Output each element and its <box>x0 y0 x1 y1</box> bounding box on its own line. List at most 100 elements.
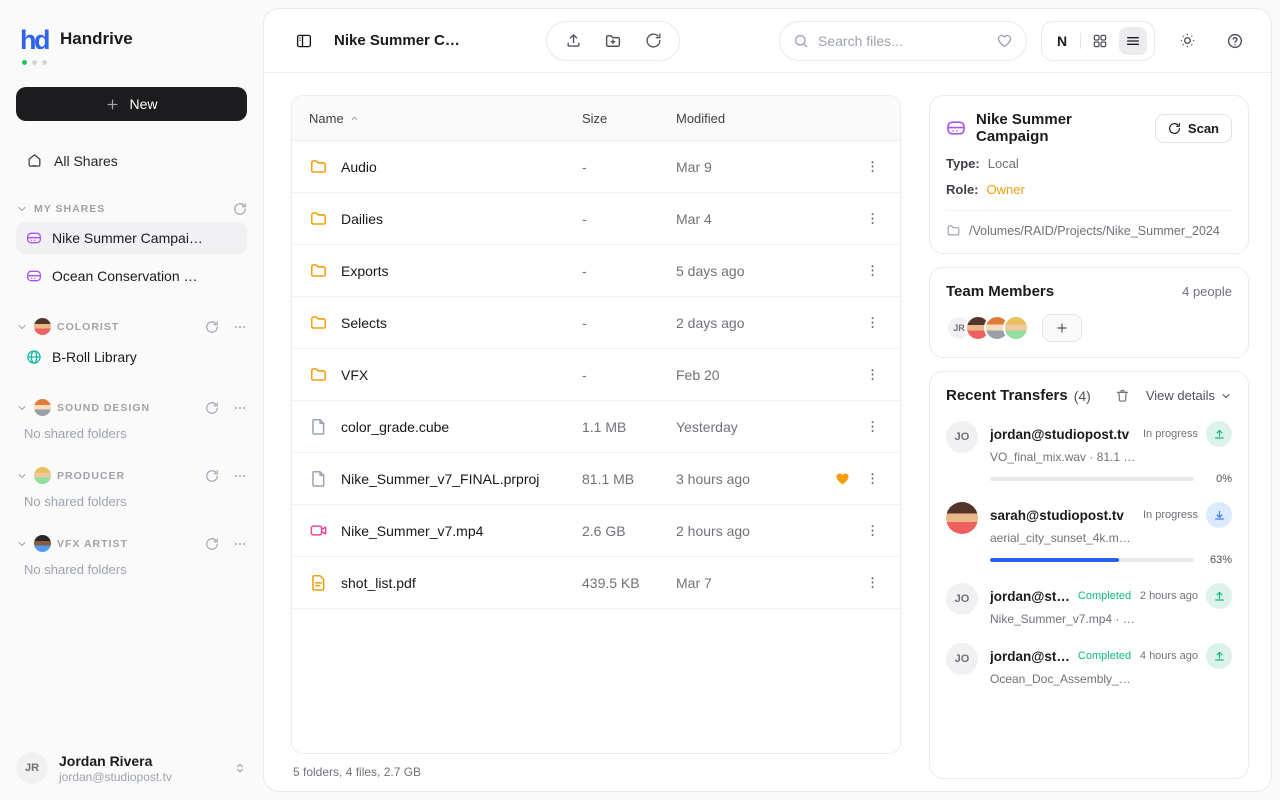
scan-button[interactable]: Scan <box>1155 114 1232 143</box>
help-button[interactable] <box>1219 25 1251 57</box>
upload-icon <box>1213 428 1226 441</box>
transfer-status: Completed <box>1078 650 1131 662</box>
table-row-shot-list-pdf[interactable]: shot_list.pdf 439.5 KB Mar 7 <box>292 557 900 609</box>
user-menu[interactable]: JR Jordan Rivera jordan@studiopost.tv <box>0 736 263 800</box>
sidebar-toggle-button[interactable] <box>288 25 320 57</box>
transfer-item[interactable]: JO jordan@studiopost.tv In progress VO_f… <box>946 421 1232 485</box>
table-row-color-grade-cube[interactable]: color_grade.cube 1.1 MB Yesterday <box>292 401 900 453</box>
sidebar-item-all-shares[interactable]: All Shares <box>16 145 247 176</box>
chevron-down-icon <box>16 470 28 482</box>
user-email: jordan@studiopost.tv <box>59 770 172 784</box>
sidebar-item-broll-library[interactable]: B-Roll Library <box>16 341 247 373</box>
table-row-selects[interactable]: Selects - 2 days ago <box>292 297 900 349</box>
section-sound-design[interactable]: SOUND DESIGN <box>16 399 247 416</box>
more-icon[interactable] <box>233 401 247 415</box>
row-menu-button[interactable] <box>858 211 886 226</box>
progress-bar <box>990 558 1194 562</box>
add-member-button[interactable] <box>1042 314 1082 342</box>
more-icon[interactable] <box>233 537 247 551</box>
refresh-icon[interactable] <box>205 401 219 415</box>
transfer-item[interactable]: JO jordan@st… Completed 2 hours ago Nike… <box>946 583 1232 626</box>
table-row-vfx[interactable]: VFX - Feb 20 <box>292 349 900 401</box>
section-my-shares[interactable]: MY SHARES <box>16 202 247 216</box>
details-panel: Nike Summer Campaign Scan Type: Local Ro… <box>929 95 1249 779</box>
table-row-exports[interactable]: Exports - 5 days ago <box>292 245 900 297</box>
empty-note: No shared folders <box>24 426 247 441</box>
upload-icon <box>1213 650 1226 663</box>
more-icon[interactable] <box>233 469 247 483</box>
row-menu-button[interactable] <box>858 575 886 590</box>
folder-icon <box>309 209 328 228</box>
section-colorist[interactable]: COLORIST <box>16 318 247 335</box>
list-view-button[interactable] <box>1119 27 1147 55</box>
search-input[interactable] <box>818 33 987 49</box>
upload-direction-button[interactable] <box>1206 421 1232 447</box>
refresh-icon[interactable] <box>205 537 219 551</box>
app-name: Handrive <box>60 29 133 49</box>
refresh-icon[interactable] <box>205 320 219 334</box>
view-details-button[interactable]: View details <box>1146 388 1232 403</box>
new-folder-button[interactable] <box>597 25 629 57</box>
folder-icon <box>309 261 328 280</box>
transfer-item[interactable]: JO jordan@st… Completed 4 hours ago Ocea… <box>946 643 1232 686</box>
heart-outline-icon[interactable] <box>996 32 1013 49</box>
row-menu-button[interactable] <box>858 315 886 330</box>
row-menu-button[interactable] <box>858 263 886 278</box>
chevrons-up-down-icon <box>233 761 247 775</box>
share-title: Nike Summer Campaign <box>976 111 1145 145</box>
section-label: COLORIST <box>57 321 119 333</box>
section-vfx-artist[interactable]: VFX ARTIST <box>16 535 247 552</box>
table-row-nike-summer-prproj[interactable]: Nike_Summer_v7_FINAL.prproj 81.1 MB 3 ho… <box>292 453 900 505</box>
panel-left-icon <box>295 32 313 50</box>
section-producer[interactable]: PRODUCER <box>16 467 247 484</box>
sort-asc-icon <box>349 113 360 124</box>
file-actions <box>546 21 680 61</box>
files-panel: Name Size Modified Audio - Mar 9 Dail <box>291 95 901 779</box>
transfer-item[interactable]: sarah@studiopost.tv In progress aerial_c… <box>946 502 1232 566</box>
more-icon[interactable] <box>233 320 247 334</box>
table-row-nike-summer-mp4[interactable]: Nike_Summer_v7.mp4 2.6 GB 2 hours ago <box>292 505 900 557</box>
chevron-down-icon <box>16 321 28 333</box>
column-modified[interactable]: Modified <box>676 111 826 126</box>
refresh-button[interactable] <box>637 25 669 57</box>
transfer-avatar-sarah <box>946 502 978 534</box>
main-panel: Nike Summer C… N <box>263 8 1272 792</box>
row-menu-button[interactable] <box>858 159 886 174</box>
upload-direction-button[interactable] <box>1206 583 1232 609</box>
transfer-email: jordan@studiopost.tv <box>990 427 1129 442</box>
share-label: Ocean Conservation … <box>52 268 198 284</box>
chevron-down-icon <box>16 203 28 215</box>
column-name[interactable]: Name <box>309 111 582 126</box>
new-button-label: New <box>129 96 157 112</box>
row-menu-button[interactable] <box>858 367 886 382</box>
workspace-initial[interactable]: N <box>1049 33 1075 49</box>
refresh-icon[interactable] <box>205 469 219 483</box>
table-row-dailies[interactable]: Dailies - Mar 4 <box>292 193 900 245</box>
new-button[interactable]: New <box>16 87 247 121</box>
progress-label: 0% <box>1204 473 1232 485</box>
column-size[interactable]: Size <box>582 111 676 126</box>
favorite-heart-icon[interactable] <box>834 470 851 487</box>
download-direction-button[interactable] <box>1206 502 1232 528</box>
drive-icon <box>26 268 42 284</box>
member-avatar-producer[interactable] <box>1003 315 1029 341</box>
upload-button[interactable] <box>557 25 589 57</box>
row-menu-button[interactable] <box>858 471 886 486</box>
row-menu-button[interactable] <box>858 523 886 538</box>
user-avatar: JR <box>16 752 48 784</box>
trash-icon[interactable] <box>1115 388 1130 403</box>
sidebar-item-nike-summer[interactable]: Nike Summer Campai… <box>16 222 247 254</box>
row-menu-button[interactable] <box>858 419 886 434</box>
theme-toggle-button[interactable] <box>1171 25 1203 57</box>
grid-view-button[interactable] <box>1086 27 1114 55</box>
team-count: 4 people <box>1182 284 1232 299</box>
share-label: B-Roll Library <box>52 349 137 365</box>
transfer-file: VO_final_mix.wav · 81.1 … <box>990 450 1232 464</box>
upload-direction-button[interactable] <box>1206 643 1232 669</box>
all-shares-label: All Shares <box>54 153 118 169</box>
folder-path-icon <box>946 223 961 238</box>
refresh-icon[interactable] <box>233 202 247 216</box>
team-title: Team Members <box>946 283 1054 300</box>
sidebar-item-ocean-conservation[interactable]: Ocean Conservation … <box>16 260 247 292</box>
table-row-audio[interactable]: Audio - Mar 9 <box>292 141 900 193</box>
